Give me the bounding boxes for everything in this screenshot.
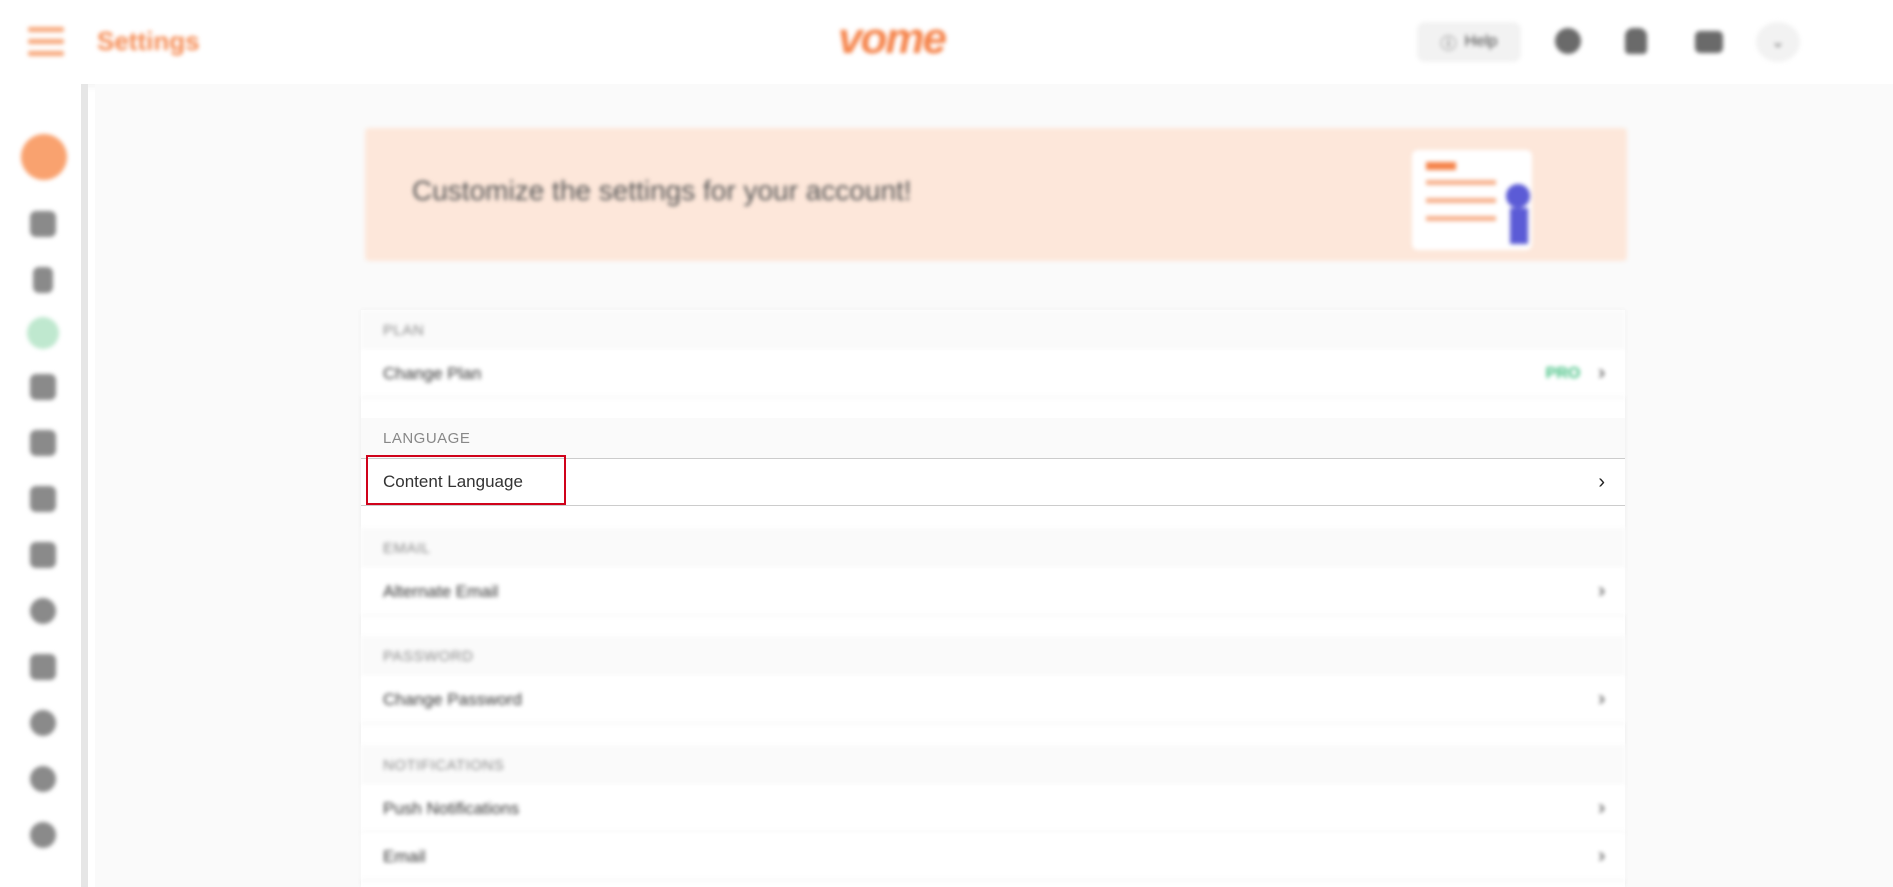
bar-chart-icon[interactable] [30, 374, 56, 400]
globe-icon[interactable] [30, 598, 56, 624]
list-icon[interactable] [30, 542, 56, 568]
bell-icon[interactable] [33, 267, 53, 293]
change-plan-right: PRO › [1546, 362, 1605, 385]
alternate-email-label: Alternate Email [383, 581, 499, 601]
chat-icon[interactable] [1695, 31, 1723, 53]
push-notifications-label: Push Notifications [383, 798, 520, 818]
email-notifications-row[interactable]: Email › [361, 833, 1625, 881]
change-password-row[interactable]: Change Password › [361, 676, 1625, 724]
alternate-email-row[interactable]: Alternate Email › [361, 568, 1625, 616]
chevron-right-icon: › [1598, 362, 1605, 384]
section-heading-language: LANGUAGE [361, 418, 1625, 458]
globe-icon[interactable] [1555, 28, 1581, 54]
trend-icon[interactable] [30, 430, 56, 456]
chevron-right-icon: › [1598, 797, 1605, 819]
email-notifications-label: Email [383, 846, 426, 866]
push-notifications-row[interactable]: Push Notifications › [361, 785, 1625, 833]
shield-icon[interactable] [30, 766, 56, 792]
banner-illustration [1400, 146, 1580, 256]
avatar[interactable] [21, 134, 67, 180]
change-plan-label: Change Plan [383, 363, 482, 383]
logo[interactable]: vome [838, 14, 968, 70]
change-plan-row[interactable]: Change Plan PRO › [361, 350, 1625, 398]
help-icon: ⓘ [1440, 36, 1457, 53]
help-button[interactable]: ⓘ Help [1417, 22, 1521, 62]
chevron-right-icon: › [1598, 845, 1605, 867]
chevron-right-icon: › [1598, 470, 1605, 493]
content-language-label: Content Language [383, 472, 523, 491]
inbox-icon[interactable] [30, 211, 56, 237]
logo-text: vome [838, 14, 947, 63]
page-title: Settings [97, 26, 200, 56]
settings-icon[interactable] [30, 822, 56, 848]
sidebar [0, 84, 88, 887]
bell-icon[interactable] [1625, 28, 1647, 54]
chevron-right-icon: › [1598, 580, 1605, 602]
plan-badge: PRO [1545, 364, 1581, 382]
section-heading-plan: PLAN [361, 310, 1625, 350]
section-heading-notifications: NOTIFICATIONS [361, 745, 1625, 785]
gear-icon[interactable] [30, 710, 56, 736]
chevron-down-icon: ⌄ [1771, 34, 1785, 51]
account-menu-button[interactable]: ⌄ [1756, 22, 1800, 62]
top-header: Settings vome ⓘ Help ⌄ [0, 0, 1893, 84]
section-heading-email: EMAIL [361, 528, 1625, 568]
content-language-row[interactable]: Content Language › [361, 458, 1625, 506]
people-icon[interactable] [30, 654, 56, 680]
chevron-right-icon: › [1598, 688, 1605, 710]
section-heading-password: PASSWORD [361, 636, 1625, 676]
banner-text: Customize the settings for your account! [412, 175, 912, 206]
menu-icon[interactable] [28, 27, 64, 57]
calendar-icon[interactable] [30, 486, 56, 512]
status-icon[interactable] [27, 317, 59, 349]
change-password-label: Change Password [383, 689, 522, 709]
help-label: Help [1464, 33, 1498, 50]
